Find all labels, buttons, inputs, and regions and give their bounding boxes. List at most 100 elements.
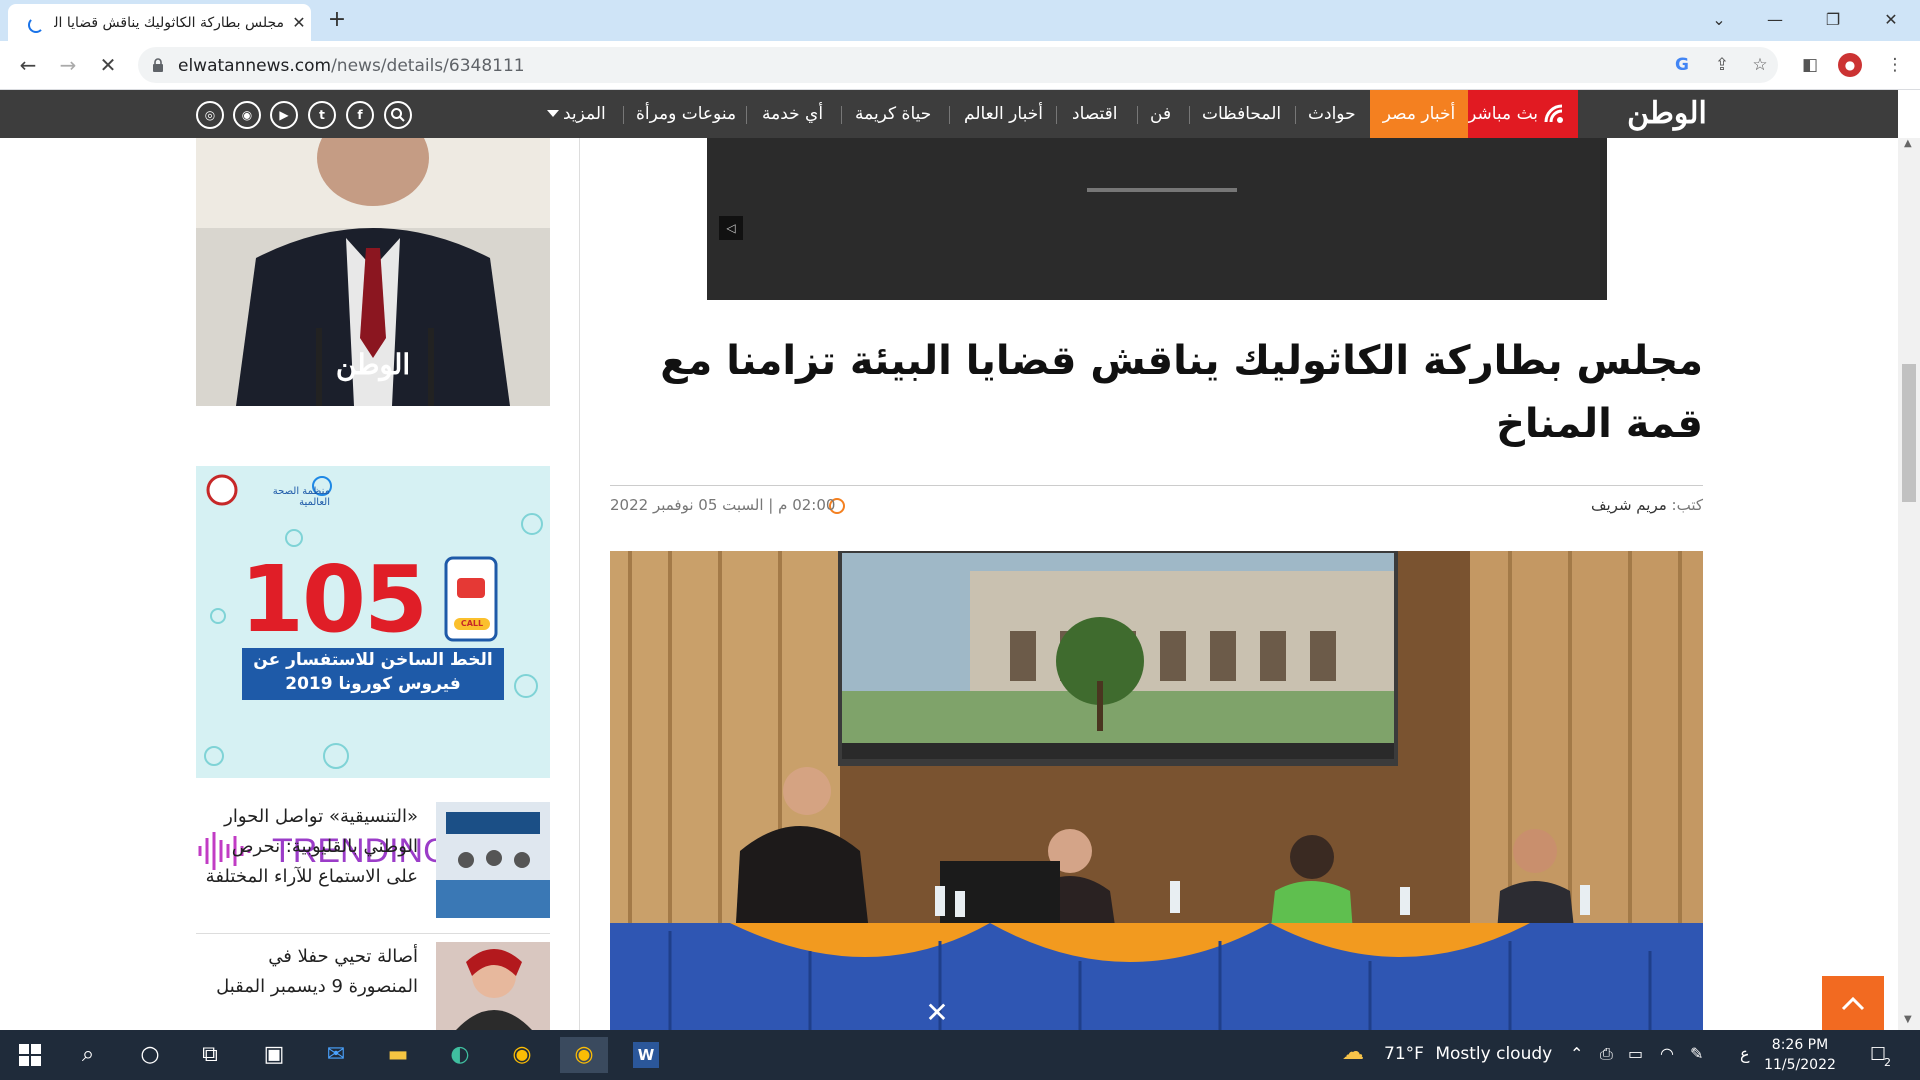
instagram-icon[interactable]: ◎ bbox=[196, 101, 224, 129]
new-tab-button[interactable]: + bbox=[324, 8, 350, 34]
clock-date: 11/5/2022 bbox=[1764, 1057, 1836, 1073]
tray-chevron-up-icon[interactable]: ⌃ bbox=[1570, 1044, 1583, 1063]
share-icon[interactable]: ⇪ bbox=[1710, 53, 1734, 77]
site-logo[interactable]: الوطن bbox=[1622, 94, 1712, 134]
site-navbar: الوطن بث مباشر أخبار مصر حوادث المحافظات… bbox=[0, 90, 1898, 138]
twitter-icon[interactable]: t bbox=[308, 101, 336, 129]
stop-loading-button[interactable]: ✕ bbox=[92, 49, 124, 81]
meet-now-icon[interactable]: ⎙ bbox=[1600, 1044, 1613, 1064]
word-icon[interactable]: W bbox=[622, 1037, 670, 1073]
article-byline: كتب: مريم شريف bbox=[1480, 496, 1703, 514]
article-date: 02:00 م | السبت 05 نوفمبر 2022 bbox=[610, 496, 836, 514]
facebook-icon[interactable]: f bbox=[346, 101, 374, 129]
browser-toolbar: ← → ✕ elwatannews.com/news/details/63481… bbox=[0, 41, 1920, 90]
trending-item[interactable]: أصالة تحيي حفلا في المنصورة 9 ديسمبر الم… bbox=[196, 942, 550, 1030]
scrollbar-thumb[interactable] bbox=[1902, 364, 1916, 502]
scroll-up-arrow-icon[interactable]: ▲ bbox=[1904, 138, 1912, 149]
input-language[interactable]: ع bbox=[1740, 1044, 1750, 1063]
video-player[interactable]: ◁ bbox=[707, 138, 1607, 300]
nav-item-any-service[interactable]: أي خدمة bbox=[762, 104, 823, 124]
trending-divider bbox=[196, 933, 550, 934]
weather-icon[interactable]: ☁ bbox=[1342, 1040, 1364, 1065]
chrome-menu-icon[interactable]: ⋮ bbox=[1883, 53, 1907, 77]
photo-watermark-logo: الوطن bbox=[335, 348, 411, 381]
video-progress-bar[interactable] bbox=[1087, 188, 1237, 192]
back-button[interactable]: ← bbox=[12, 49, 44, 81]
edge-icon[interactable]: ◐ bbox=[436, 1037, 484, 1073]
nav-item-art[interactable]: فن bbox=[1150, 104, 1171, 124]
loading-spinner-icon bbox=[28, 17, 44, 33]
maximize-button[interactable]: ❐ bbox=[1816, 6, 1850, 34]
nav-separator bbox=[1189, 106, 1190, 124]
weather-temp: 71°F bbox=[1384, 1044, 1424, 1064]
nav-live-button[interactable]: بث مباشر bbox=[1468, 90, 1578, 138]
trending-thumbnail[interactable] bbox=[436, 802, 550, 918]
pen-icon[interactable]: ✎ bbox=[1690, 1044, 1703, 1063]
nav-item-more[interactable]: المزيد bbox=[563, 104, 606, 124]
search-icon[interactable] bbox=[384, 101, 412, 129]
youtube-icon[interactable]: ▶ bbox=[270, 101, 298, 129]
lock-icon[interactable] bbox=[152, 58, 164, 72]
ad-call-badge: CALL bbox=[454, 618, 490, 630]
nav-item-decent-life[interactable]: حياة كريمة bbox=[855, 104, 931, 124]
trending-item[interactable]: «التنسيقية» تواصل الحوار الوطني بالقليوب… bbox=[196, 802, 550, 930]
nav-item-governorates[interactable]: المحافظات bbox=[1202, 104, 1281, 124]
weather-desc: Mostly cloudy bbox=[1435, 1044, 1553, 1064]
address-bar[interactable]: elwatannews.com/news/details/6348111 G ⇪… bbox=[138, 47, 1910, 83]
article-hero-image[interactable] bbox=[610, 551, 1703, 1030]
side-panel-icon[interactable]: ◧ bbox=[1798, 53, 1822, 77]
nav-item-world-news[interactable]: أخبار العالم bbox=[964, 104, 1043, 124]
scroll-down-arrow-icon[interactable]: ▼ bbox=[1904, 1014, 1912, 1025]
rss-icon[interactable]: ◉ bbox=[233, 101, 261, 129]
close-ad-icon[interactable]: ✕ bbox=[922, 998, 952, 1028]
notification-count: 2 bbox=[1884, 1056, 1891, 1069]
broadcast-icon bbox=[1544, 104, 1566, 124]
battery-icon[interactable]: ▭ bbox=[1628, 1044, 1643, 1063]
sidebar-ad-covid-hotline[interactable]: منظمة الصحة العالمية 105 CALL الخط الساخ… bbox=[196, 466, 550, 778]
browser-tab-strip: مجلس بطاركة الكاثوليك يناقش قضايا البيئة… bbox=[0, 0, 1920, 41]
start-button[interactable] bbox=[6, 1037, 54, 1073]
cortana-icon[interactable]: ○ bbox=[126, 1037, 174, 1073]
store-icon[interactable]: ▣ bbox=[250, 1037, 298, 1073]
nav-separator bbox=[623, 106, 624, 124]
chevron-down-icon bbox=[547, 110, 559, 117]
web-page: الوطن بث مباشر أخبار مصر حوادث المحافظات… bbox=[0, 90, 1920, 1030]
profile-avatar[interactable]: ● bbox=[1838, 53, 1862, 77]
search-icon[interactable]: ⌕ bbox=[64, 1037, 112, 1073]
trending-title[interactable]: أصالة تحيي حفلا في المنصورة 9 ديسمبر الم… bbox=[196, 942, 418, 1030]
page-scrollbar[interactable]: ▲ ▼ bbox=[1898, 138, 1920, 1030]
nav-item-economy[interactable]: اقتصاد bbox=[1072, 104, 1117, 124]
bookmark-star-icon[interactable]: ☆ bbox=[1748, 53, 1772, 77]
article-title: مجلس بطاركة الكاثوليك يناقش قضايا البيئة… bbox=[660, 338, 1703, 447]
chrome-icon[interactable]: ◉ bbox=[498, 1037, 546, 1073]
trending-thumbnail[interactable] bbox=[436, 942, 550, 1030]
nav-separator bbox=[1295, 106, 1296, 124]
tab-close-icon[interactable]: ✕ bbox=[288, 12, 310, 34]
nav-item-egypt-news[interactable]: أخبار مصر bbox=[1370, 90, 1468, 138]
url-text[interactable]: elwatannews.com/news/details/6348111 bbox=[178, 56, 525, 76]
file-explorer-icon[interactable]: ▬ bbox=[374, 1037, 422, 1073]
forward-button[interactable]: → bbox=[52, 49, 84, 81]
sidebar-photo[interactable]: الوطن bbox=[196, 138, 550, 406]
taskbar-clock[interactable]: 8:26 PM 11/5/2022 bbox=[1760, 1035, 1840, 1075]
trending-title[interactable]: «التنسيقية» تواصل الحوار الوطني بالقليوب… bbox=[196, 802, 418, 922]
author-name[interactable]: مريم شريف bbox=[1591, 496, 1667, 514]
weather-widget[interactable]: 71°F Mostly cloudy bbox=[1384, 1044, 1552, 1064]
volume-icon[interactable]: ◁ bbox=[719, 216, 743, 240]
nav-item-variety[interactable]: منوعات ومرأة bbox=[636, 104, 736, 124]
browser-tab[interactable]: مجلس بطاركة الكاثوليك يناقش قضايا البيئة… bbox=[8, 4, 311, 41]
nav-item-accidents[interactable]: حوادث bbox=[1308, 104, 1356, 124]
byline-label: كتب: bbox=[1671, 496, 1703, 514]
mail-icon[interactable]: ✉ bbox=[312, 1037, 360, 1073]
nav-separator bbox=[1056, 106, 1057, 124]
close-window-button[interactable]: ✕ bbox=[1874, 6, 1908, 34]
nav-separator bbox=[841, 106, 842, 124]
scroll-to-top-button[interactable] bbox=[1822, 976, 1884, 1030]
wifi-icon[interactable]: ◠ bbox=[1660, 1044, 1674, 1063]
google-lens-icon[interactable]: G bbox=[1670, 53, 1694, 77]
minimize-button[interactable]: — bbox=[1758, 6, 1792, 34]
tab-search-icon[interactable]: ⌄ bbox=[1702, 6, 1736, 34]
chrome-active-icon[interactable]: ◉ bbox=[560, 1037, 608, 1073]
task-view-icon[interactable]: ⧉ bbox=[186, 1037, 234, 1073]
ad-banner: الخط الساخن للاستفسار عن فيروس كورونا 20… bbox=[242, 648, 504, 700]
